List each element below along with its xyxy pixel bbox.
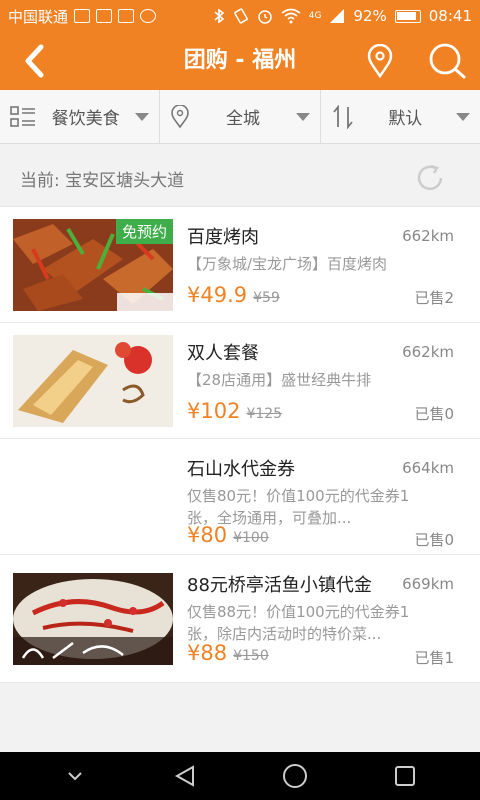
location-pin-icon — [171, 104, 190, 128]
refresh-icon — [417, 164, 443, 191]
status-bar: 中国联通 4G 92% 08:41 — [0, 0, 480, 32]
item-sold-count: 已售1 — [414, 649, 454, 667]
signal-icon — [330, 9, 345, 23]
item-original-price: ¥100 — [233, 530, 269, 546]
item-price: ¥102 — [187, 399, 241, 423]
nav-recents-button[interactable] — [381, 756, 429, 796]
filter-sort[interactable]: 默认 — [319, 90, 480, 143]
refresh-button[interactable] — [414, 162, 446, 194]
current-location-text: 当前: 宝安区塘头大道 — [20, 170, 185, 191]
battery-percent: 92% — [353, 7, 387, 25]
chevron-down-icon — [455, 112, 470, 121]
upload-icon — [118, 9, 135, 23]
chevron-down-icon — [135, 112, 150, 121]
item-title: 双人套餐 — [187, 343, 259, 364]
back-button[interactable] — [14, 40, 54, 82]
item-description: 仅售88元！价值100元的代金券1张，除店内活动时的特价菜... — [187, 603, 410, 643]
item-price: ¥88 — [187, 641, 228, 665]
steak-photo — [13, 335, 173, 427]
page-title: 团购 - 福州 — [183, 48, 297, 73]
recents-icon — [395, 766, 415, 786]
badge-no-reservation: 免预约 — [115, 219, 173, 244]
filter-area-label: 全城 — [225, 109, 260, 129]
app-header: 团购 - 福州 — [0, 32, 480, 90]
item-title: 百度烤肉 — [187, 227, 259, 248]
chevron-down-icon — [295, 112, 310, 121]
location-pin-icon — [367, 44, 393, 78]
item-distance: 662km — [402, 227, 454, 245]
current-location-bar: 当前: 宝安区塘头大道 — [0, 150, 480, 206]
rotate-icon — [233, 8, 248, 24]
deal-list: 免预约 百度烤肉 662km 【万象城/宝龙广场】百度烤肉 ¥49.9 ¥59 … — [0, 206, 480, 683]
list-item[interactable]: 88元桥亭活鱼小镇代金 669km 仅售88元！价值100元的代金券1张，除店内… — [0, 555, 480, 683]
back-arrow-icon — [25, 44, 44, 78]
item-description: 【28店通用】盛世经典牛排 — [187, 371, 372, 389]
item-original-price: ¥125 — [246, 406, 283, 422]
item-price: ¥80 — [187, 523, 228, 547]
weather-icon — [140, 9, 157, 23]
item-distance: 664km — [402, 459, 454, 477]
item-original-price: ¥150 — [233, 648, 269, 664]
list-item[interactable]: 免预约 百度烤肉 662km 【万象城/宝龙广场】百度烤肉 ¥49.9 ¥59 … — [0, 207, 480, 323]
nav-back-button[interactable] — [161, 756, 209, 796]
item-title: 88元桥亭活鱼小镇代金 — [187, 575, 372, 596]
sort-icon — [332, 104, 353, 129]
battery-icon — [394, 9, 421, 23]
clock: 08:41 — [428, 7, 472, 25]
grilled-meat-photo: 免预约 — [13, 219, 173, 311]
collapse-icon — [68, 772, 82, 781]
search-button[interactable] — [424, 40, 470, 82]
list-item[interactable]: 双人套餐 662km 【28店通用】盛世经典牛排 ¥102 ¥125 已售0 — [0, 323, 480, 439]
item-price: ¥49.9 — [187, 283, 248, 307]
item-sold-count: 已售2 — [414, 289, 454, 307]
carrier-text: 中国联通 — [8, 7, 69, 26]
filter-category[interactable]: 餐饮美食 — [0, 90, 159, 143]
collapse-button[interactable] — [51, 756, 99, 796]
network-type: 4G — [308, 11, 322, 21]
item-sold-count: 已售0 — [414, 531, 454, 549]
nav-home-button[interactable] — [271, 756, 319, 796]
alarm-icon — [257, 10, 272, 24]
home-icon — [283, 764, 307, 788]
notification-icon — [96, 9, 113, 23]
back-icon — [174, 765, 194, 787]
item-distance: 662km — [402, 343, 454, 361]
item-sold-count: 已售0 — [414, 405, 454, 423]
filter-area[interactable]: 全城 — [159, 90, 319, 143]
list-item[interactable]: 石山水代金券 664km 仅售80元！价值100元的代金券1张，全场通用，可叠加… — [0, 439, 480, 555]
grid-list-icon — [10, 105, 35, 127]
filter-bar: 餐饮美食 全城 默认 — [0, 90, 480, 144]
item-description: 【万象城/宝龙广场】百度烤肉 — [187, 255, 388, 273]
search-icon — [429, 43, 466, 79]
item-distance: 669km — [402, 575, 454, 593]
fish-dish-photo — [13, 573, 173, 665]
system-nav-bar — [0, 752, 480, 800]
location-button[interactable] — [360, 40, 400, 82]
filter-category-label: 餐饮美食 — [51, 109, 120, 129]
wifi-icon — [281, 8, 301, 24]
item-title: 石山水代金券 — [187, 459, 295, 480]
filter-sort-label: 默认 — [388, 109, 423, 129]
item-original-price: ¥59 — [253, 290, 280, 306]
bluetooth-icon — [214, 8, 224, 24]
image-icon — [74, 9, 91, 23]
